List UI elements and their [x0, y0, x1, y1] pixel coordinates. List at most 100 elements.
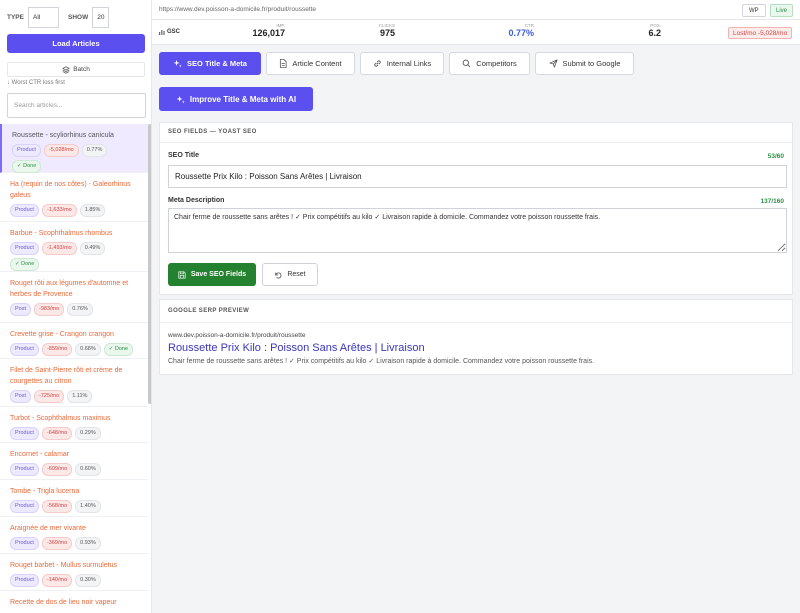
ctr-badge: 0.60% [75, 463, 101, 476]
list-item-title: Turbot - Scophthalmus maximus [10, 415, 111, 422]
search-icon [462, 59, 471, 68]
list-item-title: Tombe - Trigla lucerna [10, 488, 80, 495]
list-item[interactable]: Encornet - calamar Product -609/mo 0.60% [0, 443, 148, 480]
ctr-badge: 1.85% [79, 204, 106, 217]
search-input[interactable] [7, 93, 146, 118]
seo-title-label: SEO Title [168, 152, 199, 159]
tab-article-content[interactable]: Article Content [266, 52, 355, 75]
list-item-title: Rouget barbet - Mullus surmuletus [10, 562, 117, 569]
list-item[interactable]: Barbue - Scophthalmus rhombus Product -1… [0, 222, 148, 272]
type-badge: Product [10, 500, 39, 513]
ctr-badge: 0.68% [75, 343, 101, 356]
seo-title-input[interactable] [168, 165, 787, 188]
done-badge: ✓ Done [10, 258, 40, 271]
loss-badge: -648/mo [41, 427, 73, 440]
url-bar: https://www.dev.poisson-a-domicile.fr/pr… [152, 0, 800, 20]
tab-competitors[interactable]: Competitors [449, 52, 530, 75]
ctr-badge: 0.30% [75, 574, 101, 587]
divider [160, 322, 792, 323]
save-seo-fields-button[interactable]: Save SEO Fields [168, 263, 256, 286]
meta-description-textarea[interactable]: Chair ferme de roussette sans arêtes ! ✓… [168, 208, 787, 253]
tab-label: SEO Title & Meta [187, 59, 247, 68]
sort-hint: ↓ Worst CTR loss first [7, 80, 65, 86]
loss-badge: -1,493/mo [41, 242, 77, 255]
serp-url: www.dev.poisson-a-domicile.fr/produit/ro… [168, 332, 306, 339]
loss-badge: -5,028/mo [43, 144, 79, 157]
type-badge: Product [12, 144, 41, 157]
serp-description: Chair ferme de roussette sans arêtes ! ✓… [168, 358, 595, 365]
batch-button-label: Batch [73, 66, 90, 73]
sidebar: TYPE All SHOW 20 Load Articles Batch ↓ W… [0, 0, 152, 613]
type-badge: Product [10, 574, 39, 587]
batch-button[interactable]: Batch [7, 62, 145, 77]
type-badge: Product [10, 463, 39, 476]
gsc-source: GSC [159, 29, 180, 35]
save-icon [178, 270, 186, 279]
list-item[interactable]: Ha (requin de nos côtes) - Galeorhinus g… [0, 173, 148, 222]
list-item-title: Recette de dos de lieu noir vapeur [10, 599, 117, 606]
done-badge: ✓ Done [12, 160, 42, 173]
show-label: SHOW [67, 14, 89, 21]
loss-badge: -568/mo [41, 500, 73, 513]
loss-badge: -725/mo [34, 390, 65, 403]
live-button[interactable]: Live [770, 4, 794, 17]
type-badge: Post [10, 303, 32, 316]
list-item-title: Rouget rôti aux légumes d'automne et her… [10, 280, 129, 298]
save-button-label: Save SEO Fields [190, 271, 247, 278]
serp-preview-card: GOOGLE SERP PREVIEW www.dev.poisson-a-do… [159, 299, 793, 375]
loss-badge: -859/mo [41, 343, 73, 356]
serp-title[interactable]: Roussette Prix Kilo : Poisson Sans Arête… [168, 342, 425, 354]
position-value: 6.2 [648, 28, 661, 38]
list-item-title: Ha (requin de nos côtes) - Galeorhinus g… [10, 181, 131, 199]
ctr-badge: 1.11% [67, 390, 93, 403]
lost-clicks-badge: Lost/mo -5,028/mo [728, 27, 793, 39]
list-item-title: Roussette - scyliorhinus canicula [12, 132, 114, 139]
list-item-title: Araignée de mer vivante [10, 525, 86, 532]
tab-label: Submit to Google [562, 59, 621, 68]
layers-icon [62, 65, 71, 74]
list-item-title: Filet de Saint-Pierre rôti et crème de c… [10, 367, 123, 385]
reset-button[interactable]: Reset [262, 263, 318, 286]
seo-fields-card: SEO FIELDS — YOAST SEO SEO Title 53/60 M… [159, 122, 793, 295]
improve-button-label: Improve Title & Meta with AI [189, 94, 297, 104]
list-item[interactable]: Crevette grise - Crangon crangon Product… [0, 323, 148, 359]
ctr-value: 0.77% [508, 28, 534, 38]
sparkles-icon [173, 59, 182, 68]
show-count-select[interactable]: 20 [92, 7, 110, 28]
list-item[interactable]: Turbot - Scophthalmus maximus Product -6… [0, 407, 148, 443]
list-item[interactable]: Araignée de mer vivante Product -369/mo … [0, 517, 148, 554]
serp-preview-heading: GOOGLE SERP PREVIEW [168, 308, 250, 314]
meta-description-label: Meta Description [168, 197, 225, 204]
type-badge: Product [10, 343, 39, 356]
list-item-title: Crevette grise - Crangon crangon [10, 331, 114, 338]
ctr-badge: 0.29% [75, 427, 101, 440]
tab-label: Internal Links [386, 59, 432, 68]
ctr-badge: 0.49% [79, 242, 106, 255]
list-item[interactable]: Roussette - scyliorhinus canicula Produc… [0, 124, 148, 173]
article-url[interactable]: https://www.dev.poisson-a-domicile.fr/pr… [159, 6, 316, 13]
article-list: Roussette - scyliorhinus canicula Produc… [0, 124, 148, 613]
reset-button-label: Reset [287, 271, 306, 278]
sparkles-icon [176, 95, 185, 104]
ctr-badge: 1.40% [75, 500, 101, 513]
list-item[interactable]: Rouget barbet - Mullus surmuletus Produc… [0, 554, 148, 591]
improve-with-ai-button[interactable]: Improve Title & Meta with AI [159, 87, 313, 111]
type-label: TYPE [7, 14, 24, 21]
list-item[interactable]: Rouget rôti aux légumes d'automne et her… [0, 272, 148, 323]
tab-internal-links[interactable]: Internal Links [360, 52, 444, 75]
tab-submit-to-google[interactable]: Submit to Google [535, 52, 634, 75]
type-badge: Product [10, 427, 39, 440]
impressions-value: 126,017 [252, 28, 285, 38]
ctr-stat: CTR 0.77% [484, 23, 534, 38]
bar-chart-icon [159, 29, 165, 35]
list-item[interactable]: Tombe - Trigla lucerna Product -568/mo 1… [0, 480, 148, 517]
meta-description-counter: 137/160 [760, 198, 785, 205]
app-root: TYPE All SHOW 20 Load Articles Batch ↓ W… [0, 0, 800, 613]
loss-badge: -369/mo [41, 537, 73, 550]
type-select[interactable]: All [27, 7, 59, 28]
list-item[interactable]: Filet de Saint-Pierre rôti et crème de c… [0, 359, 148, 407]
list-item[interactable]: Recette de dos de lieu noir vapeur [0, 591, 148, 613]
load-articles-button[interactable]: Load Articles [7, 34, 145, 53]
wp-button[interactable]: WP [742, 4, 766, 17]
tab-seo-title-meta[interactable]: SEO Title & Meta [159, 52, 261, 75]
